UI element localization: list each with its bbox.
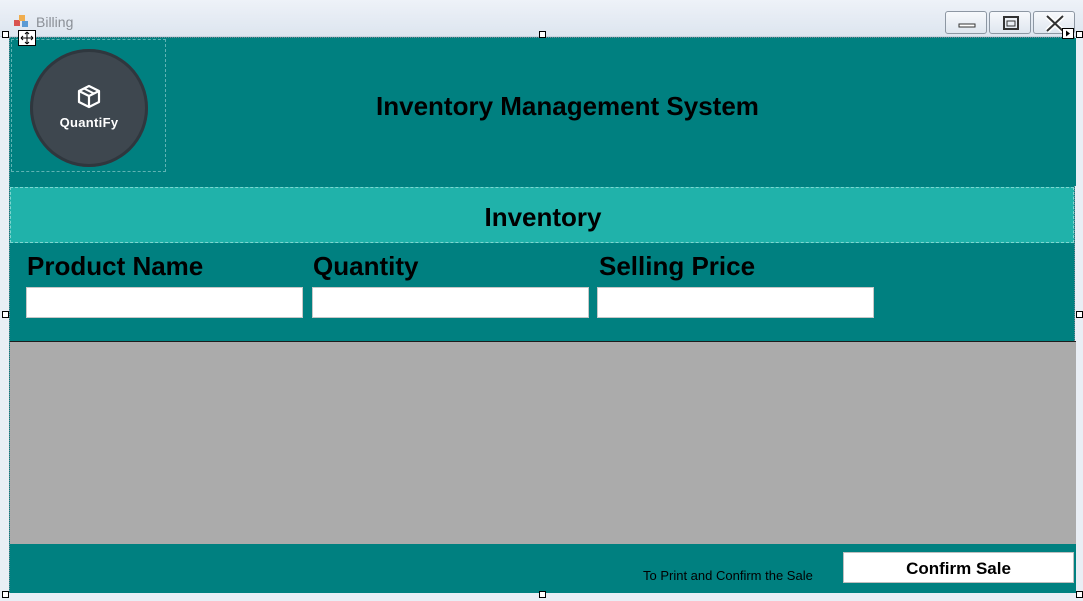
window-title: Billing <box>36 14 74 30</box>
logo-box: QuantiFy <box>11 39 166 172</box>
resize-handle[interactable] <box>1076 591 1083 598</box>
footer-panel: To Print and Confirm the Sale Confirm Sa… <box>10 544 1076 593</box>
product-name-label: Product Name <box>27 251 204 281</box>
selling-price-input[interactable] <box>597 287 874 318</box>
resize-handle[interactable] <box>2 31 9 38</box>
billing-form: QuantiFy Inventory Management System Inv… <box>9 37 1076 593</box>
box-icon <box>77 84 101 109</box>
resize-handle[interactable] <box>2 591 9 598</box>
move-handle-icon[interactable] <box>18 30 36 46</box>
minimize-button[interactable] <box>945 11 987 34</box>
resize-handle[interactable] <box>1076 31 1083 38</box>
quantity-input[interactable] <box>312 287 589 318</box>
inventory-grid[interactable] <box>10 341 1076 546</box>
header-panel: QuantiFy Inventory Management System <box>10 38 1076 186</box>
app-icon <box>14 15 28 27</box>
resize-handle[interactable] <box>539 591 546 598</box>
footer-note: To Print and Confirm the Sale <box>643 568 813 583</box>
logo-text: QuantiFy <box>59 115 119 130</box>
maximize-icon <box>1003 16 1019 30</box>
smart-tag-icon[interactable] <box>1062 28 1074 39</box>
selling-price-label: Selling Price <box>599 251 756 281</box>
confirm-sale-button[interactable]: Confirm Sale <box>843 552 1074 583</box>
logo: QuantiFy <box>30 49 148 167</box>
minimize-icon <box>958 23 976 28</box>
product-name-input[interactable] <box>26 287 303 318</box>
resize-handle[interactable] <box>539 31 546 38</box>
quantity-label: Quantity <box>313 251 419 281</box>
page-title: Inventory Management System <box>376 91 759 121</box>
resize-handle[interactable] <box>1076 311 1083 318</box>
section-title: Inventory <box>484 202 602 232</box>
resize-handle[interactable] <box>2 311 9 318</box>
maximize-button[interactable] <box>989 11 1031 34</box>
inventory-section-header: Inventory <box>10 187 1074 243</box>
